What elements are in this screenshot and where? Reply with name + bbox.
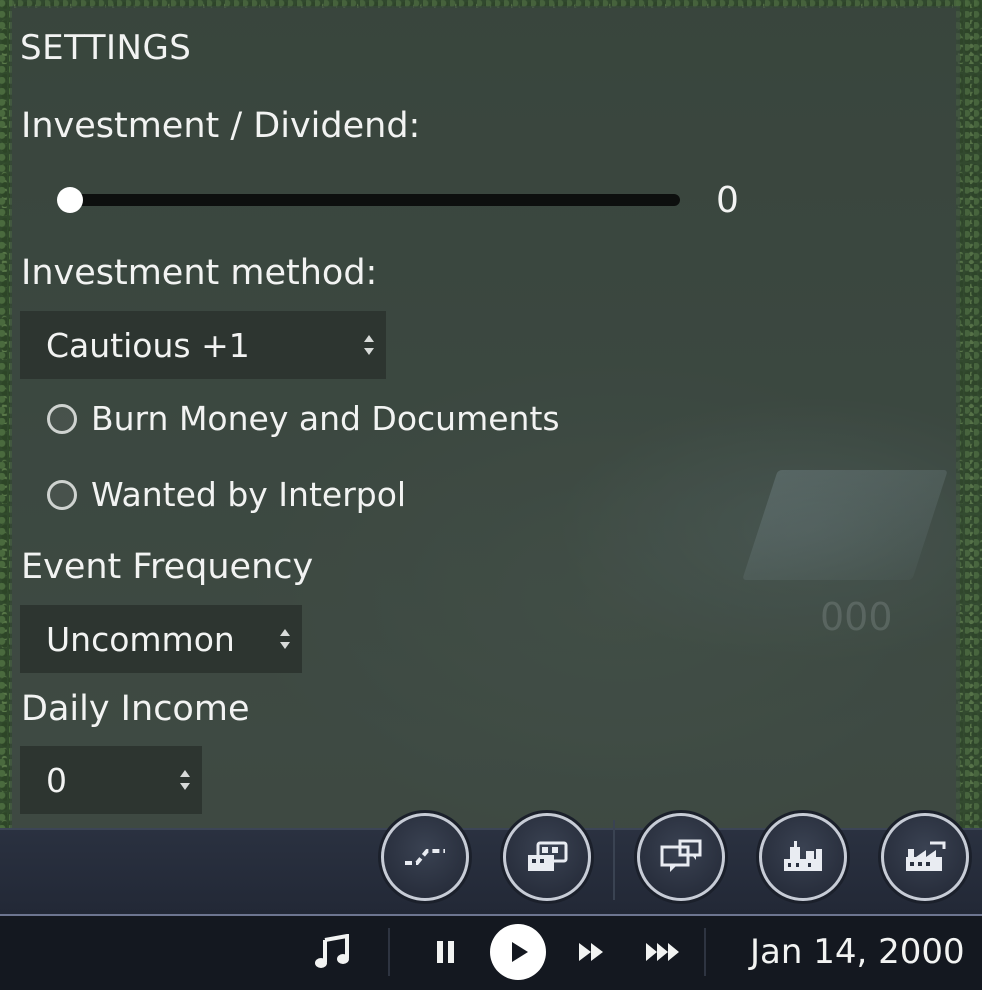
pause-button[interactable] [428,934,464,970]
factory-icon [906,841,946,871]
event-frequency-label: Event Frequency [21,547,314,587]
wanted-interpol-label: Wanted by Interpol [91,475,407,514]
fastest-forward-icon [646,943,679,961]
event-frequency-select[interactable]: Uncommon [20,605,302,673]
status-divider [704,928,706,976]
background-map-text: 000 [820,595,893,639]
background-map-shape [742,470,948,580]
music-note-icon [315,934,349,968]
investment-method-value: Cautious +1 [46,325,250,365]
messages-icon [660,839,702,872]
option-wanted-interpol[interactable]: Wanted by Interpol [47,475,406,514]
settings-title: SETTINGS [20,28,192,68]
investment-dividend-label: Investment / Dividend: [21,106,421,146]
investment-dividend-slider[interactable] [60,194,680,206]
investment-method-select[interactable]: Cautious +1 [20,311,386,379]
burn-money-radio[interactable] [47,403,77,434]
play-button[interactable] [490,924,546,980]
daily-income-value: 0 [46,760,67,800]
bus-depot-icon [528,841,568,871]
status-divider [388,928,390,976]
fastest-forward-button[interactable] [642,934,686,970]
burn-money-label: Burn Money and Documents [91,399,560,438]
game-date: Jan 14, 2000 [750,932,965,972]
play-icon [512,942,528,962]
route-icon [405,849,445,865]
investment-dividend-value: 0 [716,180,739,221]
fast-forward-button[interactable] [574,934,610,970]
factory-button[interactable] [881,813,969,901]
city-icon [784,841,822,871]
game-screen: 000 SETTINGS Investment / Dividend: 0 In… [0,0,982,990]
select-arrows-icon [280,629,290,649]
daily-income-select[interactable]: 0 [20,746,202,814]
messages-button[interactable] [637,813,725,901]
city-button[interactable] [759,813,847,901]
fast-forward-icon [579,943,603,961]
music-button[interactable] [312,932,352,972]
investment-method-label: Investment method: [21,253,378,293]
daily-income-label: Daily Income [21,689,250,729]
route-button[interactable] [381,813,469,901]
pause-icon [437,941,454,963]
toolbar-divider [613,820,615,900]
select-arrows-icon [180,770,190,790]
slider-handle[interactable] [57,187,83,213]
bus-depot-button[interactable] [503,813,591,901]
wanted-interpol-radio[interactable] [47,479,77,510]
event-frequency-value: Uncommon [46,619,235,659]
option-burn-money[interactable]: Burn Money and Documents [47,399,560,438]
select-arrows-icon [364,335,374,355]
